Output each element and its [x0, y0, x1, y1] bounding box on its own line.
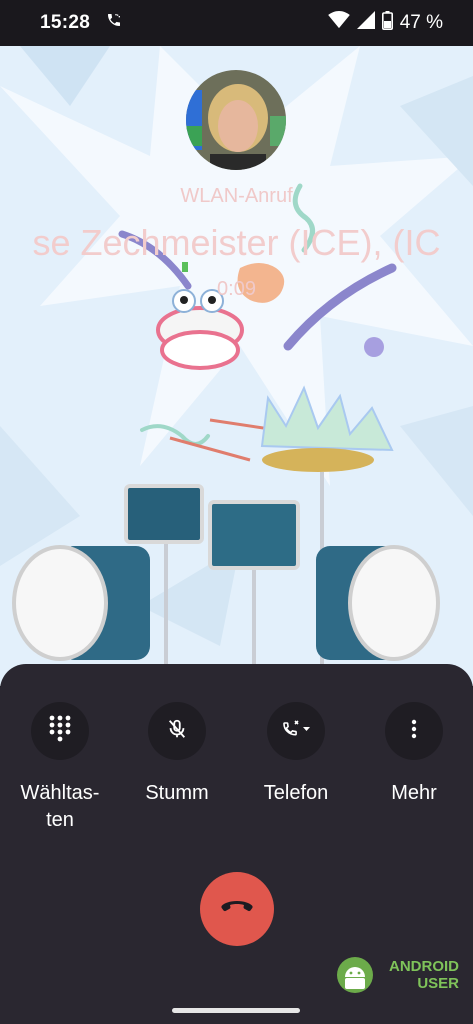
audio-route-button[interactable]: [267, 702, 325, 760]
wifi-icon: [327, 11, 350, 35]
dialpad-button[interactable]: [31, 702, 89, 760]
watermark-text: ANDROID USER: [381, 958, 459, 992]
more-button[interactable]: [385, 702, 443, 760]
call-type-label: WLAN-Anruf: [180, 185, 293, 207]
audio-route-control: Telefon: [236, 702, 356, 807]
status-icons: 47 %: [327, 10, 443, 36]
dialpad-control: Wähltas-ten: [0, 702, 120, 834]
call-duration: 0:09: [217, 278, 256, 300]
audio-route-label: Telefon: [263, 782, 329, 804]
mute-control: Stumm: [117, 702, 237, 807]
android-user-watermark: ANDROID USER: [337, 954, 463, 996]
more-label: Mehr: [391, 782, 437, 804]
status-time: 15:28: [40, 12, 91, 33]
call-active-icon: [106, 12, 122, 34]
mute-button[interactable]: [148, 702, 206, 760]
status-bar: 15:28 47 %: [0, 0, 473, 46]
phone-audio-route-icon: [281, 718, 311, 745]
caller-name: se Zechmeister (ICE), (IC: [32, 222, 441, 263]
android-robot-icon: [337, 957, 373, 993]
mute-label: Stumm: [145, 782, 209, 804]
dialpad-label: Wähltas-ten: [20, 782, 100, 831]
more-control: Mehr: [354, 702, 473, 807]
home-gesture-bar[interactable]: [172, 1008, 300, 1013]
call-end-icon: [220, 899, 254, 920]
watermark-line1: ANDROID: [389, 958, 459, 975]
end-call-button[interactable]: [200, 872, 274, 946]
watermark-line2: USER: [417, 975, 459, 992]
battery-icon: [381, 10, 393, 36]
battery-percent: 47 %: [399, 12, 443, 33]
more-vert-icon: [411, 719, 417, 744]
caller-avatar: [186, 70, 286, 170]
dialpad-icon: [49, 715, 71, 748]
signal-icon: [356, 11, 375, 35]
mic-off-icon: [166, 717, 188, 746]
